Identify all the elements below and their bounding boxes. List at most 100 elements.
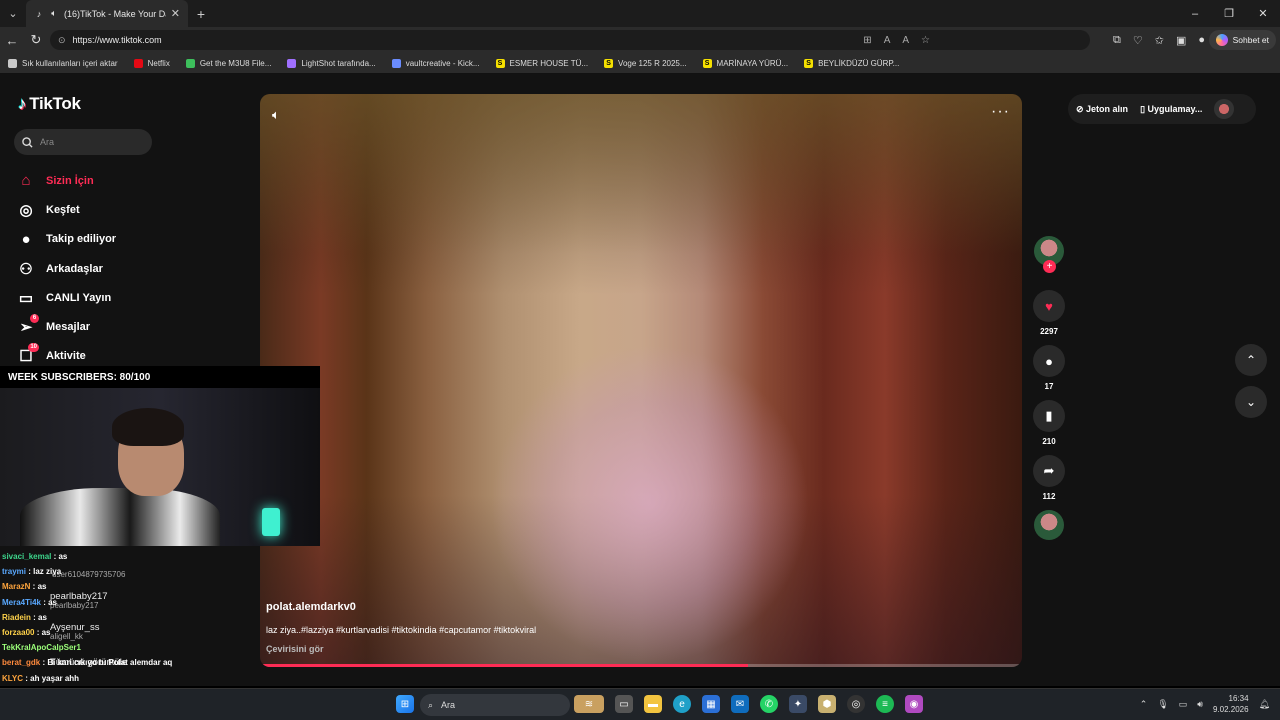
collections-icon[interactable]: ▣ — [1176, 34, 1186, 47]
previous-video-button[interactable]: ⌃ — [1235, 344, 1267, 376]
get-app-button[interactable]: ▯ Uygulamay... — [1140, 104, 1202, 115]
minimize-button[interactable]: – — [1178, 0, 1212, 27]
file-explorer-icon[interactable]: ▬ — [644, 695, 662, 713]
sidebar-item-2[interactable]: ● Takip ediliyor — [16, 225, 246, 254]
webcam-overlay — [0, 388, 320, 546]
chat-username: Riadein — [2, 612, 31, 622]
refresh-button[interactable]: ↻ — [24, 27, 48, 53]
browser-essentials-icon[interactable]: ♡ — [1133, 34, 1143, 47]
bookmark-item[interactable]: vaultcreative - Kick... — [391, 58, 480, 68]
outlook-icon[interactable]: ✉ — [731, 695, 749, 713]
store-icon[interactable]: ▦ — [702, 695, 720, 713]
sidebar-item-4[interactable]: ▭ CANLI Yayın — [16, 283, 246, 312]
next-video-button[interactable]: ⌄ — [1235, 386, 1267, 418]
bookmark-item[interactable]: Get the M3U8 File... — [185, 58, 272, 68]
window-controls: – ❐ ✕ — [1178, 0, 1280, 27]
extensions-icon[interactable]: ⧉ — [1113, 34, 1121, 47]
sound-avatar[interactable] — [1034, 510, 1064, 540]
bookmark-item[interactable]: Sık kullanılanları içeri aktar — [8, 58, 118, 68]
task-view-icon[interactable]: ▭ — [615, 695, 633, 713]
sidebar-item-label: Mesajlar — [46, 321, 91, 334]
edge-icon[interactable]: e — [673, 695, 691, 713]
sidebar-item-label: Takip ediliyor — [46, 233, 117, 246]
chat-message: Bi kari cıkıyo bı Polat alemdar aq — [47, 658, 173, 668]
whatsapp-icon[interactable]: ✆ — [760, 695, 778, 713]
get-coins-button[interactable]: ⊘ Jeton alın — [1076, 104, 1128, 115]
browser-tab[interactable]: ♪ 🔈︎ (16)TikTok - Make Your Day ✕ — [26, 0, 188, 27]
bookmark-label: Get the M3U8 File... — [199, 58, 272, 68]
discord-icon[interactable]: ◉ — [905, 695, 923, 713]
folder-icon — [8, 58, 17, 68]
save-button[interactable]: ▮ — [1033, 400, 1065, 432]
notifications-icon[interactable]: 🔔︎ — [1259, 699, 1270, 710]
show-hidden-icons[interactable]: ⌃ — [1140, 699, 1148, 710]
follow-plus-icon[interactable]: + — [1043, 260, 1056, 273]
windows-taskbar: ⊞ ⌕ Ara ≋ ▭ ▬ e ▦ ✉ ✆ ✦ ⬢ ◎ ≡ ◉ ⌃ 🎙︎ ▭ 🔊… — [0, 688, 1280, 720]
like-button[interactable]: ♥ — [1033, 290, 1065, 322]
bookmark-item[interactable]: S MARİNAYA YÜRÜ... — [702, 58, 789, 68]
chat-line: MarazN : as — [2, 579, 322, 594]
copilot-label: Sohbet et — [1232, 35, 1269, 45]
speaker-icon[interactable]: 🔈︎ — [49, 8, 59, 19]
favorite-star-icon[interactable]: ☆ — [921, 35, 930, 46]
sidebar-item-0[interactable]: ⌂ Sizin İçin — [16, 166, 246, 195]
read-aloud-icon[interactable]: A — [902, 35, 909, 46]
browser-tab-strip: ⌄ ♪ 🔈︎ (16)TikTok - Make Your Day ✕ + – … — [0, 0, 1280, 27]
close-window-button[interactable]: ✕ — [1246, 0, 1280, 27]
s-icon: S — [495, 58, 505, 68]
volume-icon[interactable]: 🔈︎ — [272, 107, 280, 123]
sidebar-item-1[interactable]: ◎ Keşfet — [16, 195, 246, 224]
back-button[interactable]: ← — [0, 27, 24, 53]
copilot-icon — [1215, 34, 1228, 46]
taskbar-search[interactable]: ⌕ Ara — [420, 694, 570, 716]
restore-button[interactable]: ❐ — [1212, 0, 1246, 27]
share-arrow-icon: ➦ — [1043, 463, 1055, 478]
live-tv-icon: ▭ — [18, 289, 34, 307]
spotify-icon[interactable]: ≡ — [876, 695, 894, 713]
share-button[interactable]: ➦ — [1033, 455, 1065, 487]
search-placeholder: Ara — [40, 137, 55, 147]
pinned-apps: ≋ ▭ ▬ e ▦ ✉ ✆ ✦ ⬢ ◎ ≡ ◉ — [574, 695, 923, 713]
creator-avatar[interactable]: + — [1034, 236, 1064, 273]
site-info-icon[interactable]: ⊙ — [58, 35, 66, 46]
bookmark-label: MARİNAYA YÜRÜ... — [716, 58, 789, 68]
volume-tray-icon[interactable]: 🔊︎ — [1197, 699, 1203, 710]
sidebar-item-5[interactable]: ➢ 6 Mesajlar — [16, 312, 246, 341]
app-available-icon[interactable]: ⊞ — [863, 35, 871, 46]
profile-icon[interactable]: ● — [1198, 34, 1205, 46]
profile-avatar[interactable] — [1214, 99, 1235, 119]
chat-username: KLYC — [2, 673, 24, 683]
app-shield-icon[interactable]: ⬢ — [818, 695, 836, 713]
tab-actions-menu-icon[interactable]: ⌄ — [0, 0, 26, 27]
url-actions: ⊞ A A ☆ — [863, 35, 930, 46]
taskbar-search-placeholder: Ara — [441, 700, 456, 710]
more-options-icon[interactable]: ··· — [991, 103, 1010, 121]
copilot-button[interactable]: Sohbet et — [1208, 30, 1276, 50]
bookmark-item[interactable]: S ESMER HOUSE TÜ... — [495, 58, 588, 68]
clock[interactable]: 16:34 9.02.2026 — [1213, 693, 1249, 715]
translate-icon[interactable]: A — [884, 35, 891, 46]
bookmark-item[interactable]: S Voge 125 R 2025... — [604, 58, 687, 68]
obs-icon[interactable]: ◎ — [847, 695, 865, 713]
chat-message: as — [41, 628, 51, 638]
url-field[interactable]: ⊙ https://www.tiktok.com ⊞ A A ☆ — [50, 30, 1090, 50]
chat-message: ah yaşar ahh — [30, 673, 80, 683]
favorites-icon[interactable]: ✩ — [1155, 34, 1164, 47]
tiktok-logo[interactable]: ♪ TikTok — [18, 94, 81, 114]
search-highlight-icon[interactable]: ≋ — [574, 695, 604, 713]
windows-start-icon[interactable]: ⊞ — [396, 695, 414, 713]
search-input[interactable]: Ara — [14, 129, 152, 155]
bookmark-item[interactable]: LightShot tarafında... — [287, 58, 376, 68]
bookmark-item[interactable]: Netflix — [133, 58, 170, 68]
network-icon[interactable]: ▭ — [1179, 699, 1188, 710]
game-launcher-icon[interactable]: ✦ — [789, 695, 807, 713]
video-player[interactable]: 🔈︎ ··· polat.alemdarkv0 laz ziya..#lazzi… — [260, 94, 1022, 667]
bookmark-item[interactable]: S BEYLİKDÜZÜ GÜRP... — [804, 58, 899, 68]
microphone-icon[interactable]: 🎙︎ — [1157, 699, 1168, 710]
new-tab-button[interactable]: + — [188, 6, 214, 22]
sidebar-item-3[interactable]: ⚇ Arkadaşlar — [16, 254, 246, 283]
comment-button[interactable]: ● — [1033, 345, 1065, 377]
clock-date: 9.02.2026 — [1212, 705, 1249, 714]
close-tab-icon[interactable]: ✕ — [171, 7, 180, 20]
video-progress-bar[interactable] — [260, 664, 1022, 667]
